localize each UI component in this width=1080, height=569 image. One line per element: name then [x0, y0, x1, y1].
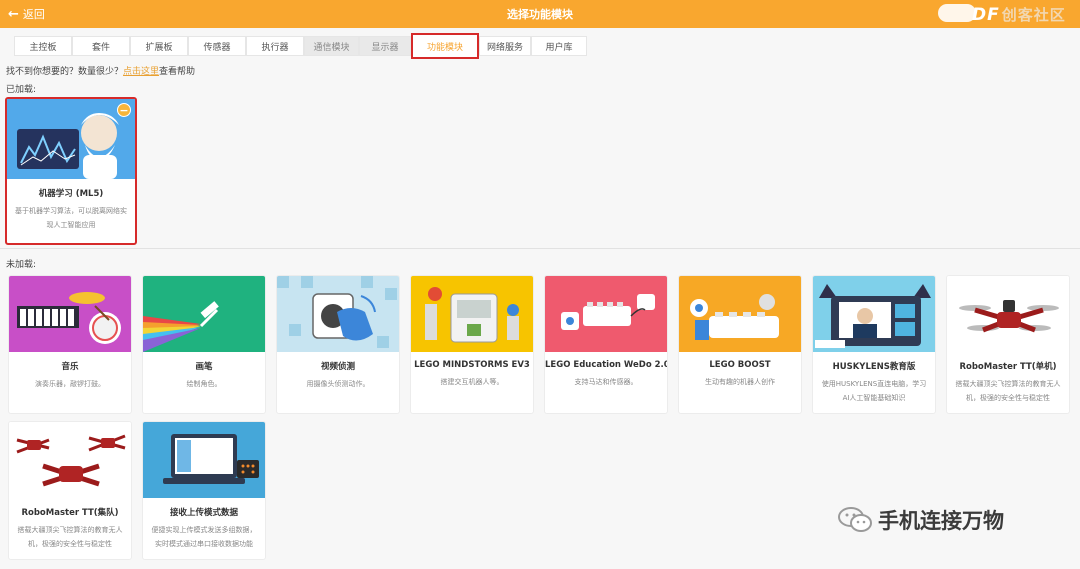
unload-badge[interactable]: −	[117, 103, 131, 117]
card-desc: 搭载大疆顶尖飞控算法的教育无人机，极强的安全性与稳定性	[955, 380, 1061, 402]
tab-kits[interactable]: 套件	[72, 36, 130, 56]
card-name: 视频侦测	[320, 362, 355, 372]
watermark-brand: DF	[972, 5, 1000, 25]
category-tabs: 主控板 套件 扩展板 传感器 执行器 通信模块 显示器 功能模块 网络服务 用户…	[14, 33, 587, 59]
card-desc: 基于机器学习算法，可以脱离网络实现人工智能应用	[15, 207, 127, 229]
module-card-robomaster-swarm[interactable]: RoboMaster TT(集队) 搭载大疆顶尖飞控算法的教育无人机，极强的安全…	[8, 421, 132, 560]
tab-network-services[interactable]: 网络服务	[479, 36, 531, 56]
card-name: LEGO MINDSTORMS EV3	[414, 360, 530, 370]
unloaded-section-label: 未加载:	[6, 260, 37, 270]
card-desc: 生动有趣的机器人创作	[705, 378, 775, 386]
module-card-lego-boost[interactable]: LEGO BOOST 生动有趣的机器人创作	[678, 275, 802, 414]
lego-wedo-thumbnail	[545, 276, 667, 352]
wechat-watermark: 手机连接万物	[838, 505, 1004, 535]
page-title: 选择功能模块	[507, 8, 573, 21]
module-card-huskylens[interactable]: HUSKYLENS教育版 使用HUSKYLENS直连电脑，学习AI人工智能基础知…	[812, 275, 936, 414]
module-card-music[interactable]: 音乐 演奏乐器，敲锣打鼓。	[8, 275, 132, 414]
module-card-pen[interactable]: 画笔 绘制角色。	[142, 275, 266, 414]
hint-prefix: 找不到你想要的？数量很少？	[6, 67, 124, 77]
tab-user-library[interactable]: 用户库	[531, 36, 587, 56]
card-name: HUSKYLENS教育版	[832, 362, 916, 372]
card-name: 画笔	[195, 362, 213, 372]
module-card-upload-mode-data[interactable]: 接收上传模式数据 便捷实现上传模式发送多组数据，实时模式通过串口接收数据功能	[142, 421, 266, 560]
lego-ev3-thumbnail	[411, 276, 533, 352]
card-desc: 便捷实现上传模式发送多组数据，实时模式通过串口接收数据功能	[151, 526, 257, 548]
help-link[interactable]: 点击这里	[123, 67, 159, 77]
card-desc: 搭建交互机器人等。	[440, 378, 504, 386]
module-card-lego-ev3[interactable]: LEGO MINDSTORMS EV3 搭建交互机器人等。	[410, 275, 534, 414]
module-card-robomaster-single[interactable]: RoboMaster TT(单机) 搭载大疆顶尖飞控算法的教育无人机，极强的安全…	[946, 275, 1070, 414]
card-desc: 用摄像头侦测动作。	[306, 380, 370, 388]
card-desc: 搭载大疆顶尖飞控算法的教育无人机，极强的安全性与稳定性	[17, 526, 123, 548]
module-card-video-sensing[interactable]: 视频侦测 用摄像头侦测动作。	[276, 275, 400, 414]
upload-mode-thumbnail	[143, 422, 265, 498]
tab-sensors[interactable]: 传感器	[188, 36, 246, 56]
tab-communication[interactable]: 通信模块	[304, 36, 359, 56]
tab-expansion-board[interactable]: 扩展板	[130, 36, 188, 56]
card-name: RoboMaster TT(单机)	[959, 362, 1057, 372]
tab-actuators[interactable]: 执行器	[246, 36, 304, 56]
card-name: 机器学习 (ML5)	[38, 189, 104, 199]
card-desc: 支持马达和传感器。	[574, 378, 638, 386]
robomaster-swarm-thumbnail	[9, 422, 131, 498]
card-desc: 演奏乐器，敲锣打鼓。	[35, 380, 105, 388]
lego-boost-thumbnail	[679, 276, 801, 352]
pen-thumbnail	[143, 276, 265, 352]
card-desc: 绘制角色。	[186, 380, 222, 388]
card-desc: 使用HUSKYLENS直连电脑，学习AI人工智能基础知识	[821, 380, 927, 402]
tab-display[interactable]: 显示器	[359, 36, 411, 56]
watermark-logo: DF 创客社区	[972, 4, 1066, 25]
card-name: LEGO BOOST	[709, 360, 771, 370]
module-card-lego-wedo[interactable]: LEGO Education WeDo 2.0 支持马达和传感器。	[544, 275, 668, 414]
help-hint: 找不到你想要的？数量很少？点击这里查看帮助	[6, 64, 195, 77]
music-thumbnail	[9, 276, 131, 352]
wechat-icon	[838, 506, 872, 534]
loaded-section-label: 已加载:	[6, 85, 37, 95]
tab-main-board[interactable]: 主控板	[14, 36, 72, 56]
robomaster-single-thumbnail	[947, 276, 1069, 352]
huskylens-thumbnail	[813, 276, 935, 352]
hint-suffix: 查看帮助	[159, 67, 196, 77]
top-bar: ← 返回 选择功能模块	[0, 0, 1080, 28]
watermark-pill	[938, 4, 976, 22]
video-sensing-thumbnail	[277, 276, 399, 352]
card-name: RoboMaster TT(集队)	[21, 508, 119, 518]
card-name: LEGO Education WeDo 2.0	[545, 360, 668, 370]
tab-function-modules[interactable]: 功能模块	[411, 33, 479, 59]
section-divider	[0, 248, 1080, 249]
ml5-thumbnail: −	[7, 99, 135, 179]
module-card-ml5[interactable]: − 机器学习 (ML5) 基于机器学习算法，可以脱离网络实现人工智能应用	[5, 97, 137, 245]
category-tabs-bar: 主控板 套件 扩展板 传感器 执行器 通信模块 显示器 功能模块 网络服务 用户…	[0, 28, 1080, 64]
watermark-suffix: 创客社区	[1001, 6, 1066, 24]
card-name: 音乐	[61, 362, 79, 372]
card-name: 接收上传模式数据	[169, 508, 238, 518]
watermark-text: 手机连接万物	[878, 509, 1004, 533]
